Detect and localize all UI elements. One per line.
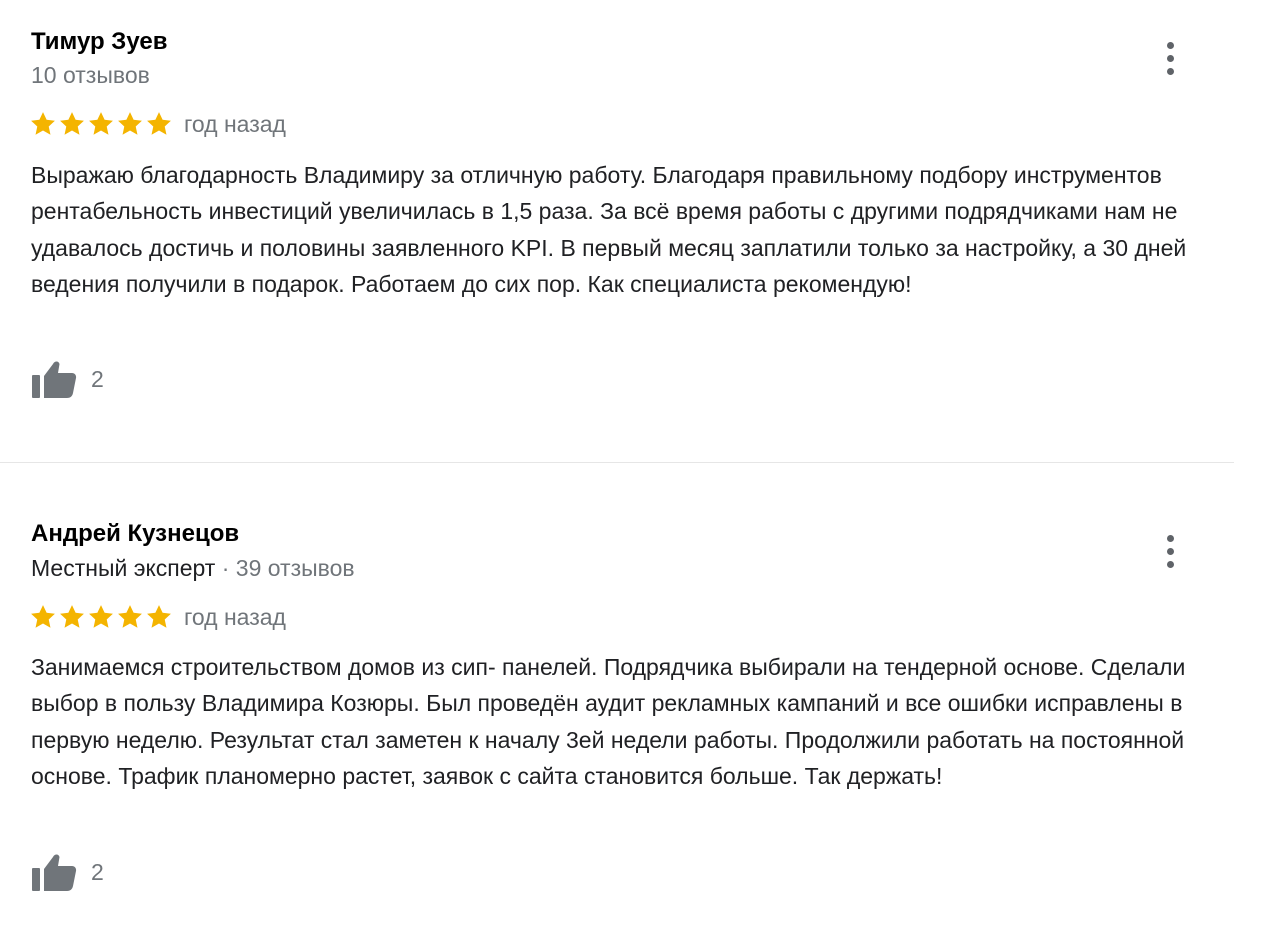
review-date: год назад: [184, 604, 286, 630]
review-author-name[interactable]: Андрей Кузнецов: [31, 520, 239, 548]
like-button[interactable]: 2: [31, 851, 104, 893]
review-author-meta: Местный эксперт · 39 отзывов: [31, 555, 355, 582]
star-icon: [89, 112, 113, 135]
more-vertical-icon[interactable]: [1156, 38, 1184, 78]
star-icon: [118, 112, 142, 135]
star-icon: [147, 112, 171, 135]
review-card: Андрей Кузнецов Местный эксперт · 39 отз…: [0, 463, 1234, 936]
author-reviews-count: · 39 отзывов: [215, 555, 355, 581]
review-date: год назад: [184, 111, 286, 137]
review-text: Занимаемся строительством домов из сип- …: [31, 654, 1186, 790]
author-badge: Местный эксперт: [31, 555, 216, 581]
star-icon: [60, 112, 84, 135]
review-author-meta: 10 отзывов: [31, 62, 150, 89]
like-count: 2: [91, 365, 104, 392]
star-icon: [118, 605, 142, 628]
star-icon: [31, 605, 55, 628]
review-text: Выражаю благодарность Владимиру за отлич…: [31, 162, 1187, 298]
thumbs-up-icon: [32, 854, 77, 891]
review-author-name[interactable]: Тимур Зуев: [31, 28, 167, 56]
author-reviews-count: 10 отзывов: [31, 62, 150, 88]
star-icon: [60, 605, 84, 628]
star-icon: [147, 605, 171, 628]
like-count: 2: [91, 858, 104, 885]
thumbs-up-icon: [32, 361, 77, 398]
star-icon: [89, 605, 113, 628]
more-vertical-icon[interactable]: [1156, 531, 1184, 571]
like-button[interactable]: 2: [31, 358, 104, 400]
review-card: Тимур Зуев 10 отзывов год назад Выражаю …: [0, 0, 1234, 463]
star-rating: [29, 110, 173, 138]
star-icon: [31, 112, 55, 135]
star-rating: [29, 603, 173, 631]
